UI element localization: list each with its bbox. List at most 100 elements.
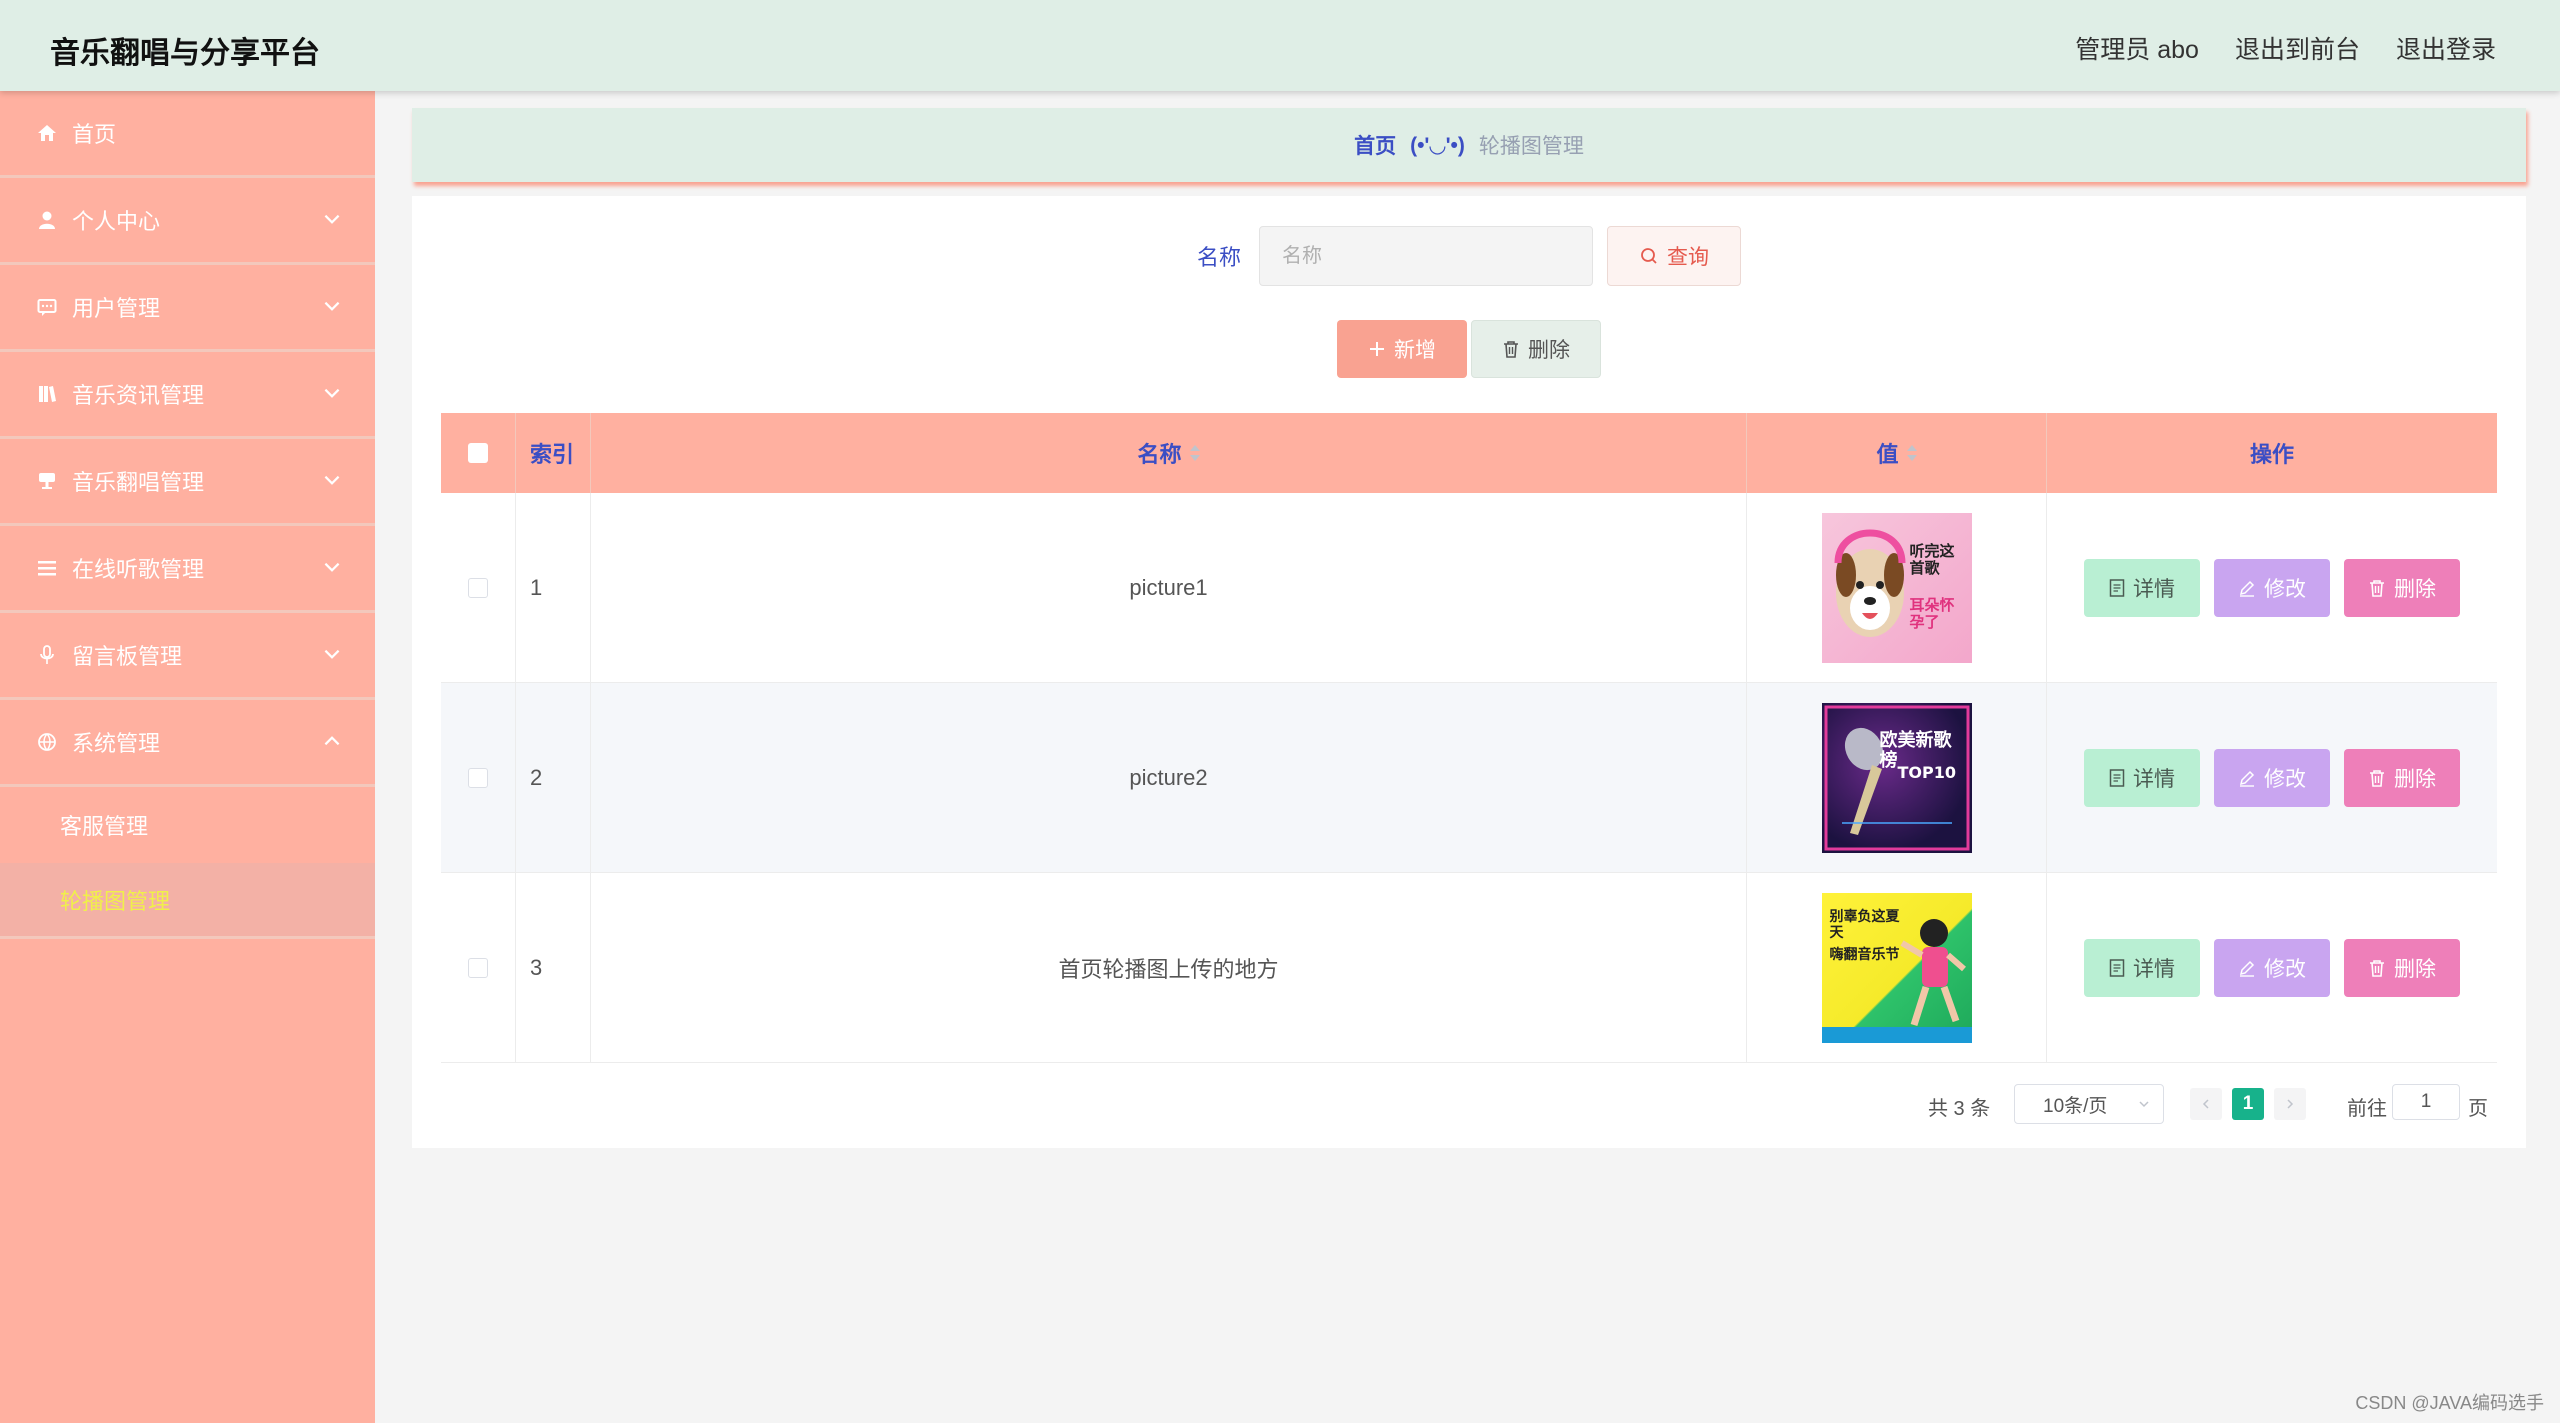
sidebar-item-users[interactable]: 用户管理 bbox=[0, 265, 375, 352]
header-ops: 操作 bbox=[2249, 442, 2294, 467]
document-icon bbox=[2109, 578, 2125, 597]
goto-label: 前往 bbox=[2347, 1098, 2387, 1120]
row-checkbox[interactable] bbox=[468, 957, 488, 978]
sidebar: 首页 个人中心 用户管理 音乐资讯管理 音乐翻唱管理 在线听歌管理 留言板管理 … bbox=[0, 91, 375, 1423]
document-icon bbox=[2109, 958, 2125, 977]
sidebar-item-music-cover[interactable]: 音乐翻唱管理 bbox=[0, 439, 375, 526]
chat-icon bbox=[36, 296, 58, 318]
add-button[interactable]: 新增 bbox=[1337, 320, 1467, 378]
carousel-table: 索引 名称 值 操作 1 picture1 听完这首歌 耳朵怀孕了 详情 修改 … bbox=[441, 413, 2497, 1063]
sidebar-item-message-board[interactable]: 留言板管理 bbox=[0, 613, 375, 700]
header-links: 管理员 abo 退出到前台 退出登录 bbox=[2075, 30, 2496, 66]
sort-icon[interactable] bbox=[1189, 445, 1200, 461]
main-panel: 名称 查询 新增 删除 索引 名称 值 操作 1 picture1 bbox=[412, 196, 2526, 1148]
carousel-thumbnail[interactable]: 别辜负这夏天 嗨翻音乐节 bbox=[1821, 892, 1972, 1043]
select-all-checkbox[interactable] bbox=[468, 443, 488, 463]
breadcrumb-separator: (•'◡'•) bbox=[1410, 133, 1465, 157]
search-icon bbox=[1641, 248, 1657, 264]
sidebar-item-label: 留言板管理 bbox=[72, 644, 183, 669]
chevron-down-icon bbox=[2139, 1101, 2149, 1108]
search-input[interactable] bbox=[1259, 226, 1593, 286]
row-ops: 详情 修改 删除 bbox=[2047, 683, 2497, 872]
breadcrumb-home[interactable]: 首页 bbox=[1354, 130, 1396, 160]
mic-stand-icon bbox=[36, 470, 58, 492]
pencil-icon bbox=[2239, 580, 2255, 597]
chevron-down-icon bbox=[324, 388, 340, 398]
delete-button[interactable]: 删除 bbox=[2344, 748, 2460, 807]
sidebar-item-home[interactable]: 首页 bbox=[0, 91, 375, 178]
row-checkbox[interactable] bbox=[468, 767, 488, 788]
sidebar-item-online-listening[interactable]: 在线听歌管理 bbox=[0, 526, 375, 613]
detail-button[interactable]: 详情 bbox=[2084, 938, 2200, 997]
detail-label: 详情 bbox=[2133, 767, 2175, 791]
row-checkbox-cell bbox=[441, 873, 516, 1062]
row-checkbox[interactable] bbox=[468, 577, 488, 598]
chevron-left-icon bbox=[2202, 1099, 2209, 1109]
admin-label[interactable]: 管理员 abo bbox=[2075, 30, 2199, 66]
thumb-caption-b: TOP10 bbox=[1897, 762, 1957, 782]
edit-button[interactable]: 修改 bbox=[2214, 558, 2330, 617]
document-icon bbox=[2109, 768, 2125, 787]
pencil-icon bbox=[2239, 960, 2255, 977]
thumb-caption-b: 嗨翻音乐节 bbox=[1829, 946, 1900, 963]
table-row: 2 picture2 欧美新歌榜 TOP10 详情 修改 删除 bbox=[441, 683, 2497, 873]
goto-page-input[interactable] bbox=[2392, 1084, 2460, 1120]
row-name: 首页轮播图上传的地方 bbox=[591, 873, 1747, 1062]
header-value[interactable]: 值 bbox=[1747, 413, 2047, 493]
chevron-down-icon bbox=[324, 214, 340, 224]
watermark: CSDN @JAVA编码选手 bbox=[2355, 1393, 2544, 1413]
detail-button[interactable]: 详情 bbox=[2084, 558, 2200, 617]
table-row: 3 首页轮播图上传的地方 别辜负这夏天 嗨翻音乐节 详情 修改 删除 bbox=[441, 873, 2497, 1063]
home-icon bbox=[36, 122, 58, 144]
edit-button[interactable]: 修改 bbox=[2214, 748, 2330, 807]
pencil-icon bbox=[2239, 770, 2255, 787]
carousel-thumbnail[interactable]: 听完这首歌 耳朵怀孕了 bbox=[1821, 512, 1972, 663]
chevron-down-icon bbox=[324, 562, 340, 572]
header-name[interactable]: 名称 bbox=[591, 413, 1747, 493]
edit-label: 修改 bbox=[2264, 767, 2306, 791]
query-button-label: 查询 bbox=[1667, 246, 1709, 269]
sidebar-item-label: 在线听歌管理 bbox=[72, 557, 205, 582]
chevron-down-icon bbox=[324, 301, 340, 311]
table-header: 索引 名称 值 操作 bbox=[441, 413, 2497, 493]
row-checkbox-cell bbox=[441, 683, 516, 872]
page-number-button[interactable]: 1 bbox=[2232, 1088, 2264, 1120]
book-icon bbox=[36, 383, 58, 405]
detail-button[interactable]: 详情 bbox=[2084, 748, 2200, 807]
row-value-cell: 听完这首歌 耳朵怀孕了 bbox=[1747, 493, 2047, 682]
row-checkbox-cell bbox=[441, 493, 516, 682]
exit-to-front-link[interactable]: 退出到前台 bbox=[2235, 30, 2360, 66]
sidebar-item-label: 个人中心 bbox=[72, 209, 161, 234]
list-icon bbox=[36, 557, 58, 579]
next-page-button[interactable] bbox=[2274, 1088, 2306, 1120]
delete-button[interactable]: 删除 bbox=[2344, 558, 2460, 617]
carousel-thumbnail[interactable]: 欧美新歌榜 TOP10 bbox=[1821, 702, 1972, 853]
plus-icon bbox=[1370, 342, 1384, 356]
sidebar-item-music-news[interactable]: 音乐资讯管理 bbox=[0, 352, 375, 439]
pagination-total: 共 3 条 bbox=[1928, 1098, 1991, 1120]
delete-button[interactable]: 删除 bbox=[2344, 938, 2460, 997]
trash-icon bbox=[2370, 579, 2384, 597]
prev-page-button[interactable] bbox=[2190, 1088, 2222, 1120]
logout-link[interactable]: 退出登录 bbox=[2396, 30, 2496, 66]
breadcrumb-current: 轮播图管理 bbox=[1478, 135, 1584, 158]
sidebar-item-profile[interactable]: 个人中心 bbox=[0, 178, 375, 265]
header-checkbox-cell bbox=[441, 413, 516, 493]
search-label: 名称 bbox=[1196, 245, 1241, 270]
page-size-select[interactable]: 10条/页 bbox=[2014, 1084, 2164, 1124]
sidebar-subitem-label: 轮播图管理 bbox=[60, 888, 171, 914]
sidebar-item-label: 音乐资讯管理 bbox=[72, 383, 205, 408]
edit-button[interactable]: 修改 bbox=[2214, 938, 2330, 997]
batch-delete-button[interactable]: 删除 bbox=[1471, 320, 1601, 378]
row-index: 3 bbox=[516, 873, 591, 1062]
sidebar-subitem-carousel[interactable]: 轮播图管理 bbox=[0, 863, 375, 939]
chevron-right-icon bbox=[2287, 1099, 2294, 1109]
add-button-label: 新增 bbox=[1394, 339, 1436, 362]
query-button[interactable]: 查询 bbox=[1607, 226, 1741, 286]
sidebar-subitem-customer-service[interactable]: 客服管理 bbox=[0, 787, 375, 863]
row-value-cell: 别辜负这夏天 嗨翻音乐节 bbox=[1747, 873, 2047, 1062]
sidebar-item-system[interactable]: 系统管理 bbox=[0, 700, 375, 787]
chevron-down-icon bbox=[324, 649, 340, 659]
sidebar-item-label: 系统管理 bbox=[72, 731, 161, 756]
sort-icon[interactable] bbox=[1906, 445, 1917, 461]
